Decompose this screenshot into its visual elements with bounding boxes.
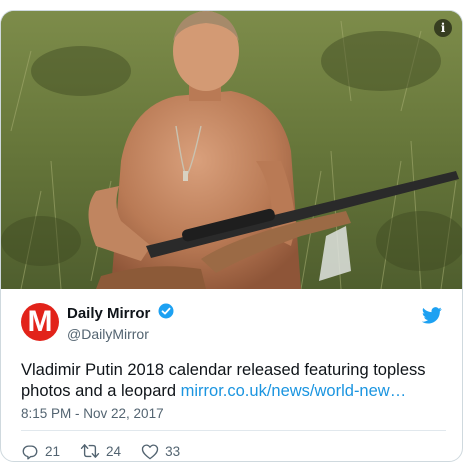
avatar-letter: M: [27, 305, 53, 338]
avatar[interactable]: M: [21, 303, 59, 341]
reply-count: 21: [45, 443, 61, 459]
retweet-icon: [80, 444, 100, 458]
tweet-link[interactable]: mirror.co.uk/news/world-new…: [181, 382, 407, 400]
author-names: Daily Mirror @DailyMirror: [67, 303, 174, 342]
twitter-bird-icon[interactable]: [421, 307, 442, 329]
retweet-count: 24: [106, 443, 122, 459]
info-icon[interactable]: i: [434, 19, 452, 37]
like-count: 33: [165, 443, 181, 459]
retweet-button[interactable]: 24: [80, 442, 121, 460]
author-display-name[interactable]: Daily Mirror: [67, 305, 150, 322]
author-handle[interactable]: @DailyMirror: [67, 326, 174, 342]
tweet-actions: 21 24 33: [21, 441, 200, 461]
reply-button[interactable]: 21: [21, 442, 60, 460]
verified-badge-icon: [158, 303, 174, 324]
photo-illustration: [1, 11, 462, 289]
tweet-photo[interactable]: i: [1, 11, 462, 289]
embedded-tweet-card[interactable]: i M Daily Mirror @DailyMirror Vladimir P…: [0, 10, 463, 462]
tweet-header: M Daily Mirror @DailyMirror: [21, 303, 446, 343]
like-button[interactable]: 33: [141, 443, 180, 460]
reply-icon: [22, 445, 38, 460]
divider: [21, 430, 446, 431]
tweet-timestamp[interactable]: 8:15 PM - Nov 22, 2017: [21, 406, 164, 421]
heart-icon: [141, 443, 159, 459]
tweet-text: Vladimir Putin 2018 calendar released fe…: [21, 360, 446, 402]
